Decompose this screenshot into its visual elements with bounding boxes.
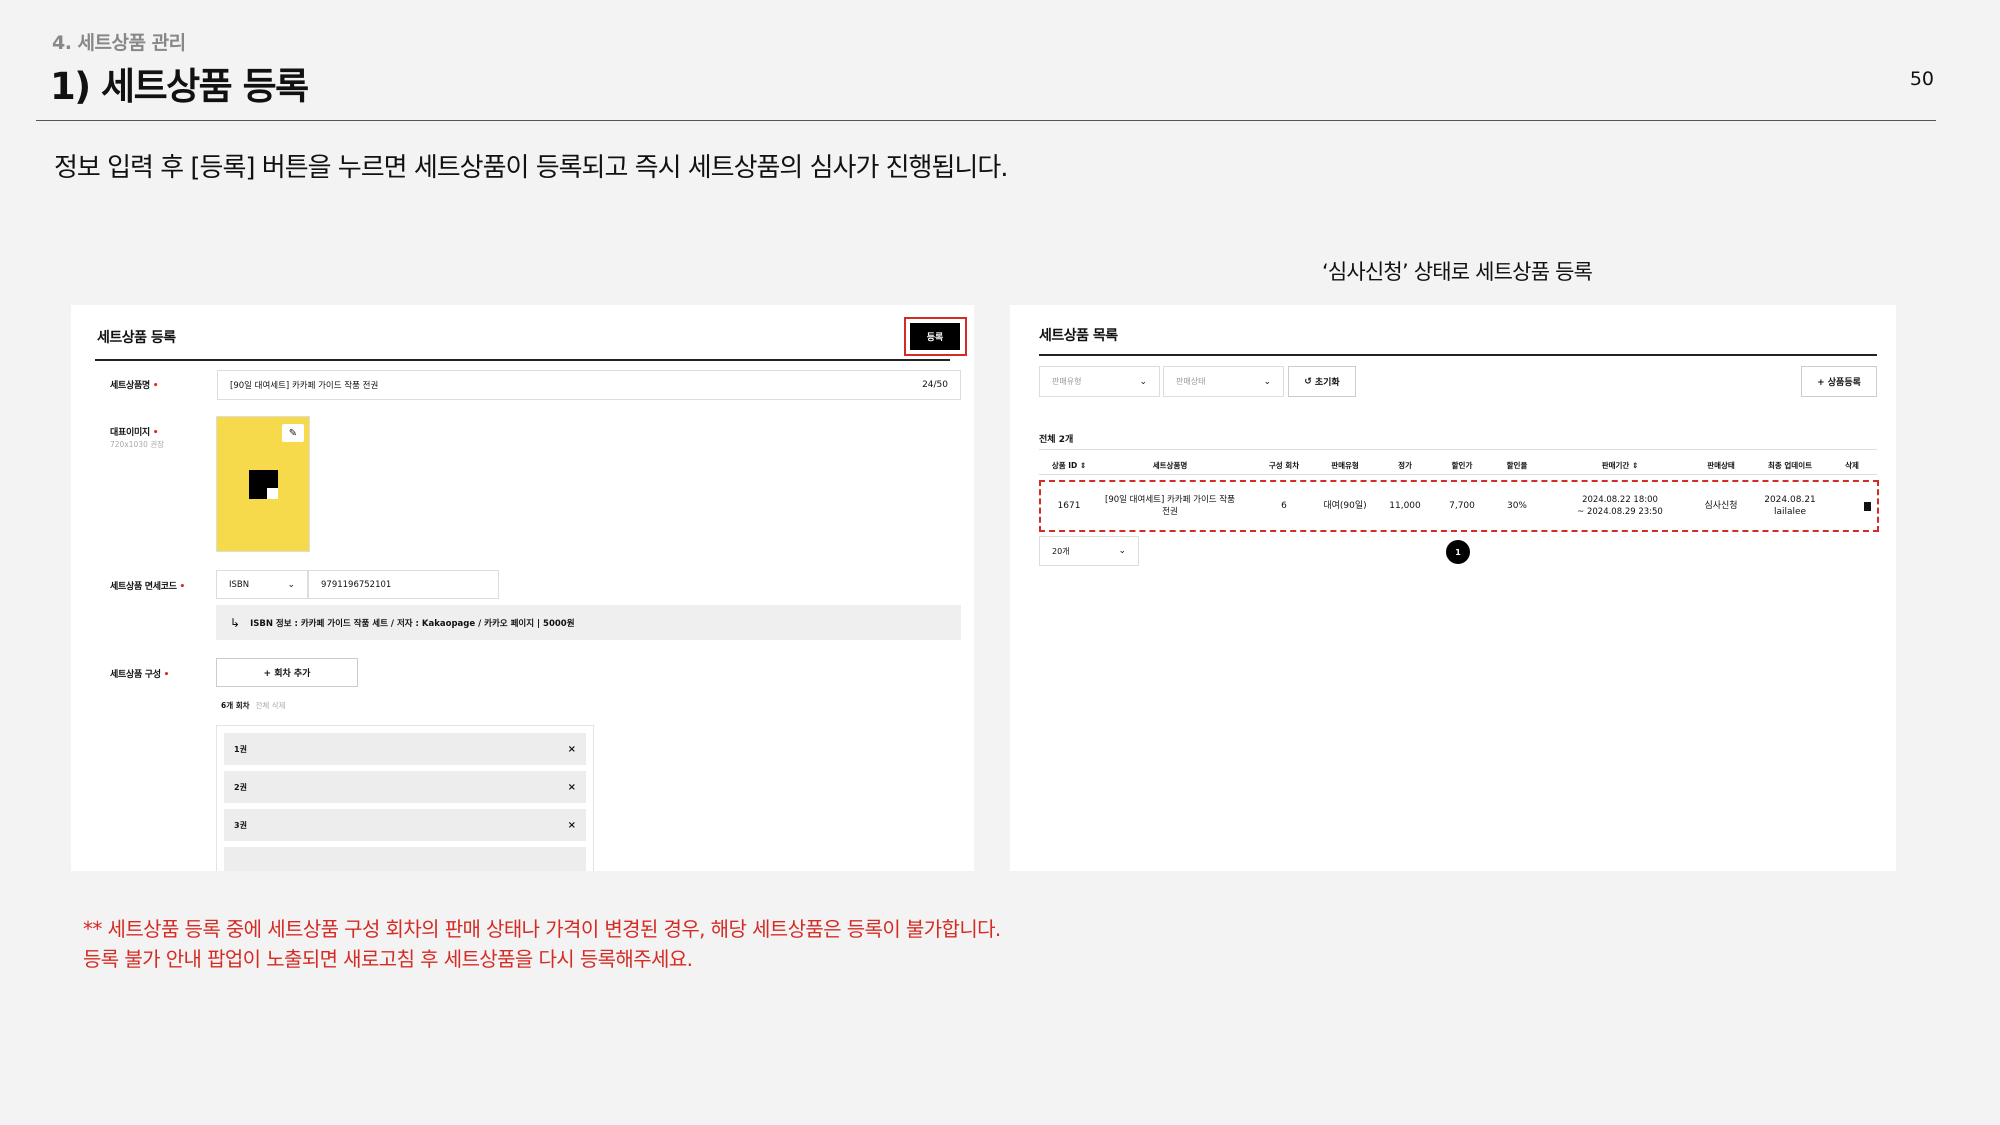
chevron-down-icon: ⌄ [1118, 546, 1126, 556]
code-type-select[interactable]: ISBN ⌄ [216, 570, 308, 599]
sort-icon: ⇕ [1079, 461, 1087, 470]
image-label: 대표이미지 • [110, 428, 159, 438]
episode-item-partial [224, 847, 586, 871]
register-panel-divider [95, 359, 950, 361]
composition-label: 세트상품 구성 • [110, 670, 170, 680]
sale-type-filter[interactable]: 판매유형 ⌄ [1039, 366, 1160, 397]
chevron-down-icon: ⌄ [287, 579, 295, 590]
cell-product-id: 1671 [1057, 501, 1081, 511]
set-name-input[interactable]: [90일 대여세트] 카카페 가이드 작품 전권 24/50 [217, 370, 961, 400]
set-product-register-panel: 세트상품 등록 등록 세트상품명 • [90일 대여세트] 카카페 가이드 작품… [71, 305, 974, 871]
episode-item: 3권 × [224, 809, 586, 841]
col-price: 정가 [1398, 461, 1412, 470]
episode-item: 1권 × [224, 733, 586, 765]
cell-last-update: 2024.08.21 lailalee [1764, 495, 1816, 517]
add-episode-button[interactable]: + 회차 추가 [216, 658, 358, 687]
reset-filter-button[interactable]: ↺ 초기화 [1288, 366, 1356, 397]
col-last-update: 최종 업데이트 [1767, 461, 1812, 470]
image-size-hint: 720x1030 권장 [110, 440, 165, 449]
name-label: 세트상품명 • [110, 381, 159, 391]
cell-episodes: 6 [1281, 501, 1287, 511]
registration-notice: ** 세트상품 등록 중에 세트상품 구성 회차의 판매 상태나 가격이 변경된… [83, 914, 1001, 974]
list-panel-title: 세트상품 목록 [1039, 328, 1118, 344]
section-label: 4. 세트상품 관리 [52, 32, 186, 54]
notice-line-2: 등록 불가 안내 팝업이 노출되면 새로고침 후 세트상품을 다시 등록해주세요… [83, 947, 693, 971]
remove-episode-icon[interactable]: × [568, 820, 576, 831]
col-discount-rate: 할인율 [1506, 461, 1528, 470]
set-product-list-panel: 세트상품 목록 판매유형 ⌄ 판매상태 ⌄ ↺ 초기화 + 상품등록 전체 2개 … [1010, 305, 1896, 871]
cell-sale-type: 대여(90일) [1323, 501, 1367, 511]
sale-status-filter[interactable]: 판매상태 ⌄ [1163, 366, 1284, 397]
col-sale-type: 판매유형 [1331, 461, 1359, 470]
table-row[interactable]: 1671 [90일 대여세트] 카카페 가이드 작품 전권 6 대여(90일) 1… [1039, 480, 1879, 532]
kakaopage-logo-icon [249, 470, 278, 499]
page-number: 50 [1909, 68, 1934, 90]
col-delete: 삭제 [1845, 461, 1859, 470]
episode-count: 6개 회차 전체 삭제 [221, 701, 286, 710]
set-name-value: [90일 대여세트] 카카페 가이드 작품 전권 [230, 381, 379, 391]
trash-icon[interactable] [1864, 502, 1871, 511]
col-product-id[interactable]: 상품 ID ⇕ [1040, 460, 1098, 471]
pagination-current-page[interactable]: 1 [1446, 540, 1470, 564]
register-panel-title: 세트상품 등록 [97, 330, 176, 346]
notice-line-1: ** 세트상품 등록 중에 세트상품 구성 회차의 판매 상태나 가격이 변경된… [83, 917, 1001, 941]
col-sale-status: 판매상태 [1707, 461, 1735, 470]
episode-item: 2권 × [224, 771, 586, 803]
table-top-rule [1039, 449, 1877, 450]
col-discount-price: 할인가 [1451, 461, 1473, 470]
cell-sale-period: 2024.08.22 18:00 ~ 2024.08.29 23:50 [1577, 495, 1663, 517]
page-title: 1) 세트상품 등록 [50, 65, 309, 108]
cell-sale-status: 심사신청 [1704, 501, 1738, 511]
title-divider [36, 120, 1936, 121]
cell-set-name: [90일 대여세트] 카카페 가이드 작품 전권 [1105, 495, 1235, 517]
code-label: 세트상품 면세코드 • [110, 582, 185, 592]
col-episodes: 구성 회차 [1268, 461, 1300, 470]
add-product-button[interactable]: + 상품등록 [1801, 366, 1877, 397]
chevron-down-icon: ⌄ [1139, 376, 1147, 387]
remove-episode-icon[interactable]: × [568, 744, 576, 755]
list-panel-divider [1039, 354, 1877, 356]
chevron-down-icon: ⌄ [1263, 376, 1271, 387]
remove-episode-icon[interactable]: × [568, 782, 576, 793]
episode-list: 1권 × 2권 × 3권 × [216, 725, 594, 871]
isbn-info-row: ↳ ISBN 정보 : 카카페 가이드 작품 세트 / 저자 : Kakaopa… [216, 605, 961, 640]
representative-image[interactable]: ✎ [216, 416, 310, 552]
edit-image-pencil-icon[interactable]: ✎ [282, 424, 304, 442]
cell-discount-rate: 30% [1506, 501, 1527, 511]
col-sale-period[interactable]: 판매기간 ⇕ [1565, 460, 1675, 471]
cell-discount-price: 7,700 [1449, 501, 1475, 511]
table-header-rule [1039, 474, 1877, 475]
reply-arrow-icon: ↳ [230, 615, 241, 630]
register-button[interactable]: 등록 [910, 323, 960, 350]
sort-icon: ⇕ [1631, 461, 1639, 470]
refresh-icon: ↺ [1304, 376, 1312, 387]
right-caption: ‘심사신청’ 상태로 세트상품 등록 [1322, 260, 1593, 284]
col-set-name: 세트상품명 [1152, 461, 1188, 470]
code-value-input[interactable]: 9791196752101 [308, 570, 499, 599]
cell-price: 11,000 [1389, 501, 1421, 511]
name-char-counter: 24/50 [922, 380, 948, 390]
page-size-select[interactable]: 20개 ⌄ [1039, 536, 1139, 566]
delete-all-link[interactable]: 전체 삭제 [256, 701, 286, 710]
total-count: 전체 2개 [1039, 435, 1074, 445]
lead-text: 정보 입력 후 [등록] 버튼을 누르면 세트상품이 등록되고 즉시 세트상품의… [54, 153, 1009, 183]
